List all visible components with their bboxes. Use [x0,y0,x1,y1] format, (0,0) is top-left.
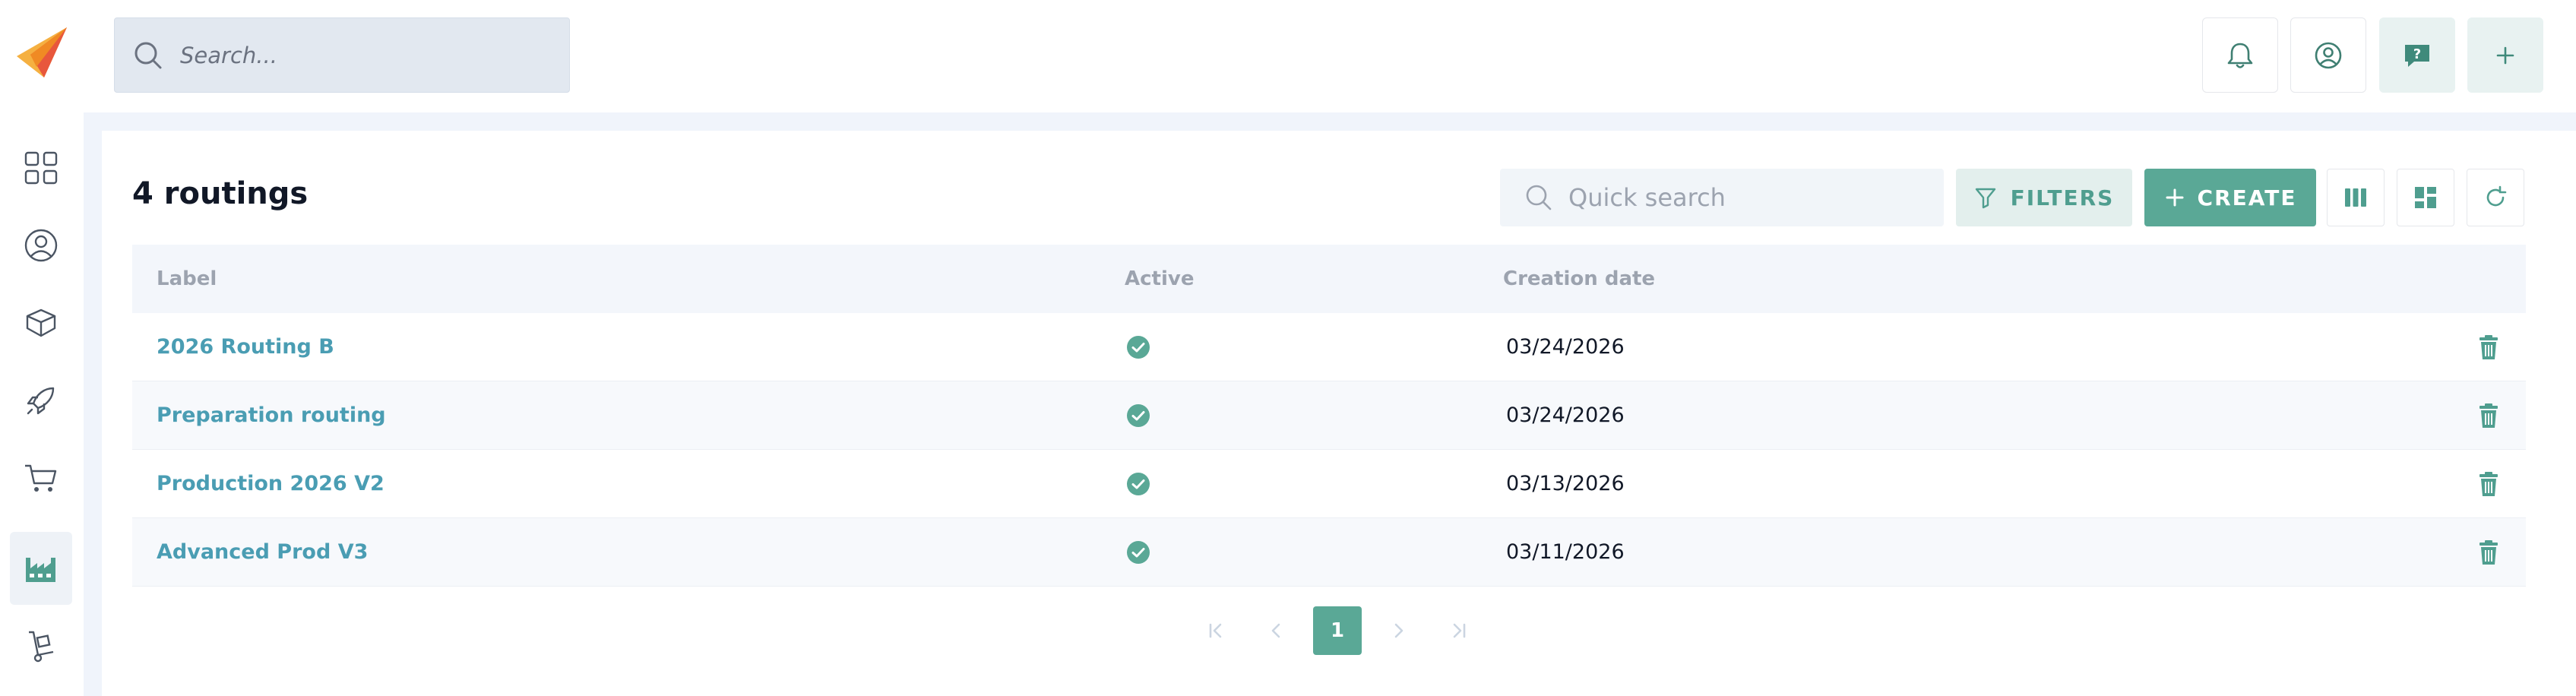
routing-label-link[interactable]: Production 2026 V2 [157,450,385,518]
layout-icon [2415,187,2436,208]
routing-label-link[interactable]: Advanced Prod V3 [157,518,368,587]
plus-icon [2496,46,2514,64]
page-title: 4 routings [132,176,309,211]
creation-date: 03/11/2026 [1506,540,1625,564]
routing-label-link[interactable]: Preparation routing [157,381,386,450]
delete-icon[interactable] [2475,539,2502,566]
help-button[interactable]: ? [2379,17,2455,93]
layout-button[interactable] [2397,169,2454,226]
global-search[interactable] [114,17,570,93]
rocket-icon [27,387,55,415]
creation-date: 03/13/2026 [1506,472,1625,495]
plus-icon [2166,188,2184,207]
quick-search[interactable] [1500,169,1944,226]
sidebar-item-sales[interactable] [10,441,72,514]
active-check-icon [1127,541,1150,564]
filters-button[interactable]: FILTERS [1956,169,2132,226]
chevron-right-icon [1394,623,1404,638]
create-button[interactable]: CREATE [2144,169,2316,226]
columns-button[interactable] [2327,169,2385,226]
table-row[interactable]: Production 2026 V2 03/13/2026 [132,450,2526,518]
sidebar-item-dashboard[interactable] [10,131,72,204]
user-circle-icon [24,229,58,262]
help-chat-icon: ? [2405,44,2429,67]
table-row[interactable]: Advanced Prod V3 03/11/2026 [132,518,2526,587]
cart-icon [25,464,57,492]
column-header-active[interactable]: Active [1125,245,1194,313]
filter-icon [1975,188,1995,209]
box-icon [26,308,56,337]
search-icon [134,42,162,68]
table-row[interactable]: Preparation routing 03/24/2026 [132,381,2526,450]
page-number-current[interactable]: 1 [1313,606,1362,655]
table-header: Label Active Creation date [132,245,2526,313]
routing-label-link[interactable]: 2026 Routing B [157,313,334,381]
create-label: CREATE [2197,185,2297,210]
hand-truck-icon [29,631,54,663]
previous-page-button[interactable] [1252,606,1301,655]
add-button[interactable] [2467,17,2543,93]
bell-icon [2227,43,2253,68]
active-check-icon [1127,404,1150,427]
delete-icon[interactable] [2475,402,2502,429]
routings-table: Label Active Creation date 2026 Routing … [132,245,2526,587]
quick-search-input[interactable] [1568,183,1918,212]
active-check-icon [1127,473,1150,495]
refresh-icon [2486,185,2507,207]
active-check-icon [1127,336,1150,359]
sidebar-item-products[interactable] [10,286,72,359]
column-header-creation-date[interactable]: Creation date [1503,245,1655,313]
sidebar-item-logistics[interactable] [10,609,72,682]
search-input[interactable] [180,42,545,68]
last-page-button[interactable] [1435,606,1483,655]
profile-button[interactable] [2290,17,2366,93]
sidebar-item-contacts[interactable] [10,209,72,282]
factory-icon [26,558,55,582]
search-icon [1526,185,1552,210]
first-page-button[interactable] [1191,606,1240,655]
filters-label: FILTERS [2010,185,2115,210]
svg-text:?: ? [2413,46,2421,62]
sidebar [0,112,84,696]
sidebar-item-production[interactable] [10,532,72,605]
routings-panel: 4 routings FILTERS CREATE [102,131,2576,696]
first-page-icon [1209,623,1222,638]
sidebar-item-launch[interactable] [10,364,72,437]
creation-date: 03/24/2026 [1506,403,1625,427]
notifications-button[interactable] [2202,17,2278,93]
profile-icon [2315,42,2342,68]
column-header-label[interactable]: Label [157,245,217,313]
refresh-button[interactable] [2467,169,2524,226]
next-page-button[interactable] [1374,606,1422,655]
creation-date: 03/24/2026 [1506,335,1625,359]
top-bar: ? [0,0,2576,112]
delete-icon[interactable] [2475,334,2502,361]
logo-icon[interactable] [14,23,71,81]
columns-icon [2345,188,2366,207]
pagination: 1 [1191,606,1495,655]
dashboard-icon [24,151,58,185]
chevron-left-icon [1271,623,1280,638]
delete-icon[interactable] [2475,470,2502,498]
table-row[interactable]: 2026 Routing B 03/24/2026 [132,313,2526,381]
last-page-icon [1453,623,1466,638]
